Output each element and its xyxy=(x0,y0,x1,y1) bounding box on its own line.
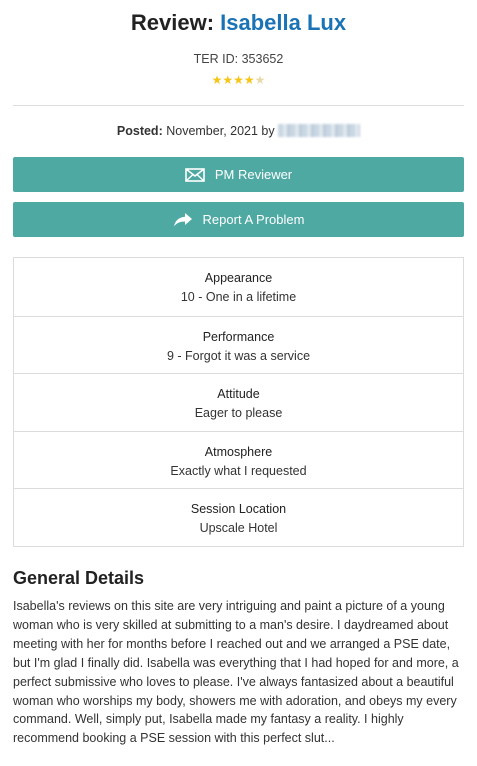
ter-id: TER ID: 353652 xyxy=(193,52,284,66)
rating-label: Session Location xyxy=(190,502,287,517)
pm-reviewer-button[interactable]: PM Reviewer xyxy=(13,157,464,192)
rating-label: Atmosphere xyxy=(204,444,273,459)
half-star-icon: ★ xyxy=(254,73,266,87)
rating-value: 10 - One in a lifetime xyxy=(180,290,297,304)
posted-date: November, 2021 by xyxy=(166,124,275,138)
rating-value: Exactly what I requested xyxy=(170,463,307,478)
envelope-icon xyxy=(185,167,205,182)
star-icon: ★ xyxy=(211,73,223,87)
rating-stars: ★★★★★ xyxy=(0,73,477,87)
share-arrow-icon xyxy=(173,212,192,226)
report-problem-button[interactable]: Report A Problem xyxy=(13,202,464,237)
rating-label: Appearance xyxy=(204,271,273,285)
rating-row-attitude: Attitude Eager to please xyxy=(14,373,463,431)
rating-label: Attitude xyxy=(217,387,260,402)
page-title: Review: Isabella Lux xyxy=(0,8,477,38)
ratings-table: Appearance 10 - One in a lifetime Perfor… xyxy=(13,257,464,547)
divider xyxy=(13,105,464,106)
general-details-heading: General Details xyxy=(13,567,145,588)
posted-line: Posted: November, 2021 by xyxy=(0,123,477,139)
rating-row-appearance: Appearance 10 - One in a lifetime xyxy=(14,258,463,316)
rating-value: Eager to please xyxy=(194,406,283,421)
rating-label: Performance xyxy=(202,329,275,344)
rating-row-atmosphere: Atmosphere Exactly what I requested xyxy=(14,430,463,489)
general-details-text: Isabella's reviews on this site are very… xyxy=(13,598,459,746)
rating-row-performance: Performance 9 - Forgot it was a service xyxy=(14,315,463,374)
star-icon: ★ xyxy=(243,73,255,87)
rating-row-session-location: Session Location Upscale Hotel xyxy=(14,488,463,546)
star-icon: ★ xyxy=(222,73,234,87)
provider-name-link[interactable]: Isabella Lux xyxy=(220,10,346,35)
reviewer-name-blurred[interactable] xyxy=(278,124,361,137)
report-problem-label: Report A Problem xyxy=(202,212,305,227)
review-header: Review: Isabella Lux TER ID: 353652 ★★★★… xyxy=(0,0,477,87)
rating-value: Upscale Hotel xyxy=(199,521,278,536)
title-prefix: Review: xyxy=(130,10,221,35)
rating-value: 9 - Forgot it was a service xyxy=(166,348,311,363)
star-icon: ★ xyxy=(233,73,244,87)
pm-reviewer-label: PM Reviewer xyxy=(214,167,293,182)
posted-label: Posted: xyxy=(116,124,163,138)
